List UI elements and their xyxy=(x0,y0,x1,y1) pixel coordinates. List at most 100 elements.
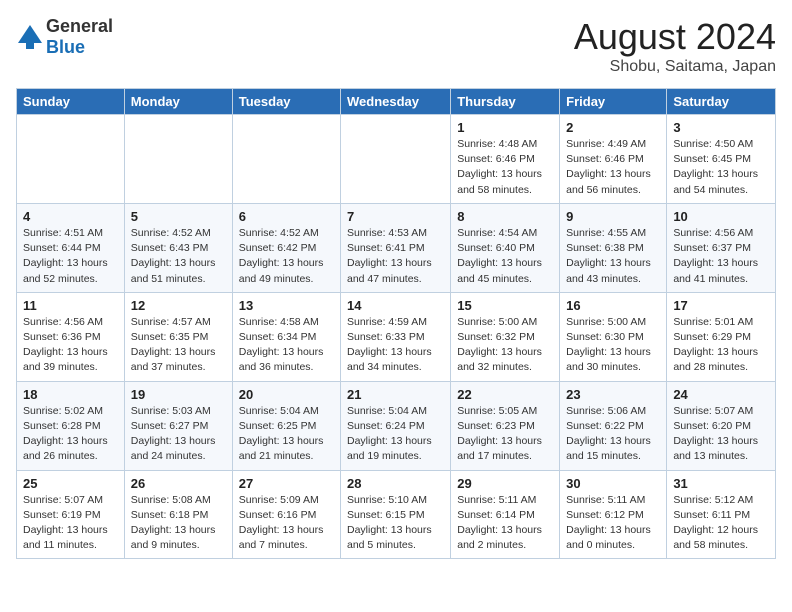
weekday-header-row: SundayMondayTuesdayWednesdayThursdayFrid… xyxy=(17,89,776,115)
day-info: Sunrise: 4:49 AM Sunset: 6:46 PM Dayligh… xyxy=(566,137,660,198)
calendar-cell: 10Sunrise: 4:56 AM Sunset: 6:37 PM Dayli… xyxy=(667,203,776,292)
day-info: Sunrise: 4:58 AM Sunset: 6:34 PM Dayligh… xyxy=(239,315,334,376)
calendar-week-row: 25 Sunrise: 5:07 AM Sunset: 6:19 PM Dayli… xyxy=(17,470,776,559)
calendar-cell: 14Sunrise: 4:59 AM Sunset: 6:33 PM Dayli… xyxy=(341,292,451,381)
calendar-cell: 8Sunrise: 4:54 AM Sunset: 6:40 PM Daylig… xyxy=(451,203,560,292)
calendar-cell: 27 Sunrise: 5:09 AM Sunset: 6:16 PM Dayli… xyxy=(232,470,340,559)
day-info: Sunrise: 5:07 AM Sunset: 6:19 PM Dayligh… xyxy=(23,493,118,554)
title-block: August 2024 Shobu, Saitama, Japan xyxy=(574,16,776,76)
calendar-cell: 23Sunrise: 5:06 AM Sunset: 6:22 PM Dayli… xyxy=(560,381,667,470)
weekday-header-saturday: Saturday xyxy=(667,89,776,115)
day-number: 7 xyxy=(347,209,444,224)
day-number: 16 xyxy=(566,298,660,313)
weekday-header-wednesday: Wednesday xyxy=(341,89,451,115)
calendar-cell: 7 Sunrise: 4:53 AM Sunset: 6:41 PM Daylig… xyxy=(341,203,451,292)
calendar-cell: 30 Sunrise: 5:11 AM Sunset: 6:12 PM Dayli… xyxy=(560,470,667,559)
day-info: Sunrise: 4:50 AM Sunset: 6:45 PM Dayligh… xyxy=(673,137,769,198)
logo-icon xyxy=(16,23,44,51)
calendar-cell: 26Sunrise: 5:08 AM Sunset: 6:18 PM Dayli… xyxy=(124,470,232,559)
weekday-header-tuesday: Tuesday xyxy=(232,89,340,115)
day-number: 3 xyxy=(673,120,769,135)
logo-text-blue: Blue xyxy=(46,37,85,57)
calendar-week-row: 18Sunrise: 5:02 AM Sunset: 6:28 PM Dayli… xyxy=(17,381,776,470)
calendar-cell: 3 Sunrise: 4:50 AM Sunset: 6:45 PM Daylig… xyxy=(667,115,776,204)
day-info: Sunrise: 5:00 AM Sunset: 6:30 PM Dayligh… xyxy=(566,315,660,376)
weekday-header-monday: Monday xyxy=(124,89,232,115)
day-number: 12 xyxy=(131,298,226,313)
page-header: General Blue August 2024 Shobu, Saitama,… xyxy=(16,16,776,76)
calendar-cell: 2 Sunrise: 4:49 AM Sunset: 6:46 PM Daylig… xyxy=(560,115,667,204)
day-number: 31 xyxy=(673,476,769,491)
calendar-cell: 1 Sunrise: 4:48 AM Sunset: 6:46 PM Daylig… xyxy=(451,115,560,204)
day-number: 4 xyxy=(23,209,118,224)
calendar-cell: 28Sunrise: 5:10 AM Sunset: 6:15 PM Dayli… xyxy=(341,470,451,559)
calendar-cell: 21 Sunrise: 5:04 AM Sunset: 6:24 PM Dayli… xyxy=(341,381,451,470)
day-number: 14 xyxy=(347,298,444,313)
day-info: Sunrise: 4:52 AM Sunset: 6:43 PM Dayligh… xyxy=(131,226,226,287)
calendar-week-row: 11 Sunrise: 4:56 AM Sunset: 6:36 PM Dayli… xyxy=(17,292,776,381)
calendar-cell: 24Sunrise: 5:07 AM Sunset: 6:20 PM Dayli… xyxy=(667,381,776,470)
day-number: 23 xyxy=(566,387,660,402)
day-number: 5 xyxy=(131,209,226,224)
logo: General Blue xyxy=(16,16,113,58)
calendar-cell xyxy=(124,115,232,204)
calendar-cell: 17 Sunrise: 5:01 AM Sunset: 6:29 PM Dayli… xyxy=(667,292,776,381)
day-number: 2 xyxy=(566,120,660,135)
calendar-cell: 5 Sunrise: 4:52 AM Sunset: 6:43 PM Daylig… xyxy=(124,203,232,292)
calendar-cell xyxy=(341,115,451,204)
day-info: Sunrise: 5:03 AM Sunset: 6:27 PM Dayligh… xyxy=(131,404,226,465)
day-info: Sunrise: 4:54 AM Sunset: 6:40 PM Dayligh… xyxy=(457,226,553,287)
calendar-cell: 6Sunrise: 4:52 AM Sunset: 6:42 PM Daylig… xyxy=(232,203,340,292)
day-info: Sunrise: 5:01 AM Sunset: 6:29 PM Dayligh… xyxy=(673,315,769,376)
calendar-cell: 20Sunrise: 5:04 AM Sunset: 6:25 PM Dayli… xyxy=(232,381,340,470)
location-subtitle: Shobu, Saitama, Japan xyxy=(574,58,776,76)
day-number: 13 xyxy=(239,298,334,313)
day-info: Sunrise: 4:48 AM Sunset: 6:46 PM Dayligh… xyxy=(457,137,553,198)
day-info: Sunrise: 4:56 AM Sunset: 6:36 PM Dayligh… xyxy=(23,315,118,376)
day-number: 6 xyxy=(239,209,334,224)
weekday-header-friday: Friday xyxy=(560,89,667,115)
weekday-header-sunday: Sunday xyxy=(17,89,125,115)
day-info: Sunrise: 5:00 AM Sunset: 6:32 PM Dayligh… xyxy=(457,315,553,376)
day-number: 10 xyxy=(673,209,769,224)
day-number: 11 xyxy=(23,298,118,313)
day-info: Sunrise: 5:11 AM Sunset: 6:12 PM Dayligh… xyxy=(566,493,660,554)
day-number: 29 xyxy=(457,476,553,491)
day-info: Sunrise: 4:55 AM Sunset: 6:38 PM Dayligh… xyxy=(566,226,660,287)
day-info: Sunrise: 5:10 AM Sunset: 6:15 PM Dayligh… xyxy=(347,493,444,554)
calendar-cell: 16 Sunrise: 5:00 AM Sunset: 6:30 PM Dayli… xyxy=(560,292,667,381)
calendar-cell: 22Sunrise: 5:05 AM Sunset: 6:23 PM Dayli… xyxy=(451,381,560,470)
logo-text-general: General xyxy=(46,16,113,36)
day-number: 19 xyxy=(131,387,226,402)
day-number: 27 xyxy=(239,476,334,491)
calendar-week-row: 1 Sunrise: 4:48 AM Sunset: 6:46 PM Daylig… xyxy=(17,115,776,204)
day-number: 1 xyxy=(457,120,553,135)
calendar-cell: 11 Sunrise: 4:56 AM Sunset: 6:36 PM Dayli… xyxy=(17,292,125,381)
day-number: 26 xyxy=(131,476,226,491)
calendar-cell: 18Sunrise: 5:02 AM Sunset: 6:28 PM Dayli… xyxy=(17,381,125,470)
calendar-table: SundayMondayTuesdayWednesdayThursdayFrid… xyxy=(16,88,776,559)
day-number: 30 xyxy=(566,476,660,491)
day-number: 17 xyxy=(673,298,769,313)
calendar-cell: 13 Sunrise: 4:58 AM Sunset: 6:34 PM Dayli… xyxy=(232,292,340,381)
calendar-cell: 4Sunrise: 4:51 AM Sunset: 6:44 PM Daylig… xyxy=(17,203,125,292)
calendar-week-row: 4Sunrise: 4:51 AM Sunset: 6:44 PM Daylig… xyxy=(17,203,776,292)
day-info: Sunrise: 5:09 AM Sunset: 6:16 PM Dayligh… xyxy=(239,493,334,554)
calendar-cell: 12 Sunrise: 4:57 AM Sunset: 6:35 PM Dayli… xyxy=(124,292,232,381)
calendar-cell: 31Sunrise: 5:12 AM Sunset: 6:11 PM Dayli… xyxy=(667,470,776,559)
day-info: Sunrise: 4:53 AM Sunset: 6:41 PM Dayligh… xyxy=(347,226,444,287)
day-info: Sunrise: 5:04 AM Sunset: 6:24 PM Dayligh… xyxy=(347,404,444,465)
calendar-cell xyxy=(232,115,340,204)
day-number: 20 xyxy=(239,387,334,402)
day-number: 22 xyxy=(457,387,553,402)
weekday-header-thursday: Thursday xyxy=(451,89,560,115)
day-info: Sunrise: 4:57 AM Sunset: 6:35 PM Dayligh… xyxy=(131,315,226,376)
day-number: 25 xyxy=(23,476,118,491)
day-number: 21 xyxy=(347,387,444,402)
calendar-cell: 9Sunrise: 4:55 AM Sunset: 6:38 PM Daylig… xyxy=(560,203,667,292)
day-info: Sunrise: 5:11 AM Sunset: 6:14 PM Dayligh… xyxy=(457,493,553,554)
calendar-cell: 29 Sunrise: 5:11 AM Sunset: 6:14 PM Dayli… xyxy=(451,470,560,559)
calendar-cell: 19 Sunrise: 5:03 AM Sunset: 6:27 PM Dayli… xyxy=(124,381,232,470)
day-number: 15 xyxy=(457,298,553,313)
day-number: 18 xyxy=(23,387,118,402)
